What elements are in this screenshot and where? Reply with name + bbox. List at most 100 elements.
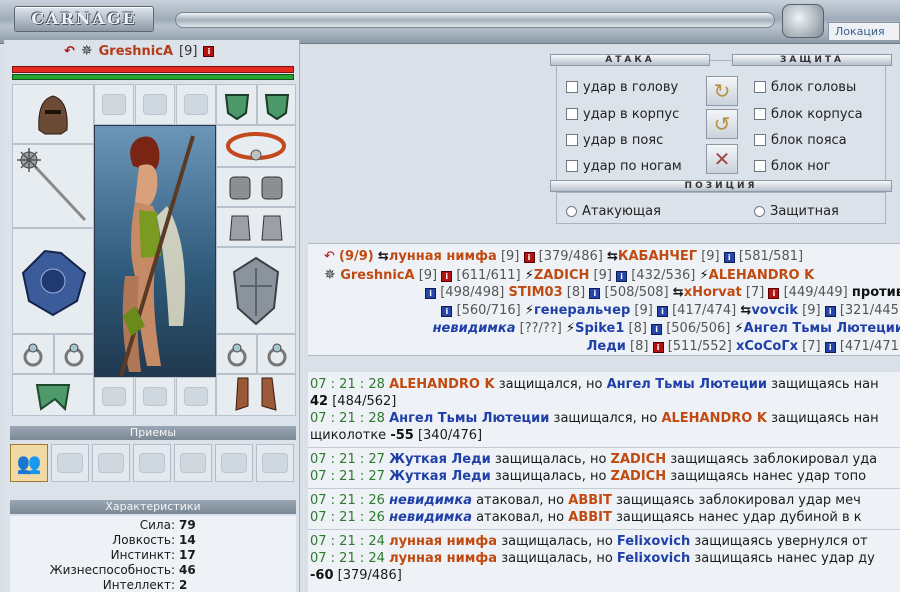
info-icon[interactable]: i (425, 288, 437, 299)
auto-attack-button[interactable]: ↺ (706, 109, 738, 139)
game-logo[interactable]: CARNAGE (14, 6, 154, 32)
info-icon[interactable]: i (441, 271, 453, 282)
info-icon[interactable]: i (723, 252, 735, 263)
ring-slot-3[interactable] (216, 334, 257, 374)
fighter-nick[interactable]: ZADICH (534, 268, 590, 283)
log-target[interactable]: Ангел Тьмы Лютеции (607, 377, 767, 392)
fighter-nick[interactable]: vovcik (751, 303, 798, 318)
fighter-nick[interactable]: генеральчер (534, 303, 630, 318)
info-icon[interactable]: i (768, 288, 780, 299)
log-target[interactable]: ZADICH (611, 469, 667, 484)
block-body-checkbox[interactable] (754, 108, 766, 120)
fighter-nick[interactable]: xCoCoГx (736, 339, 798, 354)
info-icon[interactable]: i (656, 306, 668, 317)
trick-slot[interactable] (51, 444, 89, 482)
pauldron-slot-left[interactable] (216, 84, 257, 125)
block-legs-option[interactable]: блок ног (754, 157, 831, 175)
pauldron-slot-right[interactable] (257, 84, 296, 125)
log-target[interactable]: Felixovich (617, 534, 690, 549)
helmet-slot[interactable] (12, 84, 94, 144)
shield-slot[interactable] (216, 247, 296, 334)
trick-slot[interactable] (256, 444, 294, 482)
empty-slot[interactable] (135, 377, 175, 416)
log-target[interactable]: ZADICH (611, 452, 667, 467)
boots-slot[interactable] (216, 374, 296, 416)
log-target[interactable]: ALEHANDRO K (661, 411, 767, 426)
attack-waist-option[interactable]: удар в пояс (566, 131, 663, 149)
armor-slot[interactable] (12, 228, 94, 334)
gloves-slot[interactable] (216, 207, 296, 247)
fighter-nick[interactable]: КАБАНЧЕГ (618, 249, 697, 264)
attack-body-option[interactable]: удар в корпус (566, 105, 679, 123)
trick-slot-active[interactable]: 👥 (10, 444, 48, 482)
empty-slot[interactable] (176, 84, 216, 125)
block-legs-checkbox[interactable] (754, 160, 766, 172)
trick-slot[interactable] (92, 444, 130, 482)
back-arrow-icon[interactable]: ↶ (64, 44, 75, 59)
fighter-nick[interactable]: Леди (587, 339, 626, 354)
block-head-checkbox[interactable] (754, 81, 766, 93)
player-nick[interactable]: GreshnicA (99, 44, 173, 59)
log-actor[interactable]: невидимка (389, 493, 472, 508)
info-icon[interactable]: i (651, 324, 663, 335)
info-icon[interactable]: i (652, 342, 664, 353)
ring-slot-4[interactable] (257, 334, 296, 374)
position-defensive-option[interactable]: Защитная (754, 202, 839, 220)
block-body-option[interactable]: блок корпуса (754, 105, 863, 123)
block-waist-checkbox[interactable] (754, 134, 766, 146)
attack-head-option[interactable]: удар в голову (566, 78, 678, 96)
attack-legs-checkbox[interactable] (566, 160, 578, 172)
trick-slot[interactable] (133, 444, 171, 482)
log-actor[interactable]: лунная нимфа (389, 534, 497, 549)
info-icon[interactable]: i (589, 288, 601, 299)
attack-button[interactable]: ✕ (706, 144, 738, 174)
attack-legs-option[interactable]: удар по ногам (566, 157, 682, 175)
ring-slot-2[interactable] (54, 334, 94, 374)
fighter-nick[interactable]: Ангел Тьмы Лютеции (744, 321, 900, 336)
log-target[interactable]: Felixovich (617, 551, 690, 566)
fighter-nick[interactable]: GreshnicA (340, 268, 414, 283)
log-target[interactable]: ABBIT (568, 493, 612, 508)
fighter-nick[interactable]: невидимка (433, 321, 516, 336)
info-icon[interactable]: i (203, 45, 215, 57)
trick-slot[interactable] (215, 444, 253, 482)
position-defensive-radio[interactable] (754, 205, 765, 217)
log-actor[interactable]: лунная нимфа (389, 551, 497, 566)
back-arrow-icon[interactable]: ↶ (324, 249, 339, 264)
log-actor[interactable]: Ангел Тьмы Лютеции (389, 411, 549, 426)
fighter-nick[interactable]: STIM03 (509, 285, 563, 300)
fighter-nick[interactable]: xHorvat (684, 285, 742, 300)
refresh-button[interactable]: ↻ (706, 76, 738, 106)
info-icon[interactable]: i (523, 252, 535, 263)
empty-slot[interactable] (94, 377, 134, 416)
info-icon[interactable]: i (824, 342, 836, 353)
log-target[interactable]: ABBIT (568, 510, 612, 525)
log-actor[interactable]: Жуткая Леди (389, 469, 491, 484)
block-waist-option[interactable]: блок пояса (754, 131, 847, 149)
position-attacking-radio[interactable] (566, 205, 577, 217)
tab-location[interactable]: Локация (828, 22, 900, 40)
pants-slot[interactable] (12, 374, 94, 416)
empty-slot[interactable] (94, 84, 134, 125)
weapon-slot[interactable] (12, 144, 94, 228)
fighter-nick[interactable]: лунная нимфа (389, 249, 497, 264)
fighter-nick[interactable]: ALEHANDRO K (709, 268, 815, 283)
amulet-slot[interactable] (216, 125, 296, 167)
attack-body-checkbox[interactable] (566, 108, 578, 120)
log-actor[interactable]: Жуткая Леди (389, 452, 491, 467)
attack-head-checkbox[interactable] (566, 81, 578, 93)
empty-slot[interactable] (135, 84, 175, 125)
character-avatar[interactable] (94, 125, 216, 377)
trick-slot[interactable] (174, 444, 212, 482)
info-icon[interactable]: i (441, 306, 453, 317)
position-attacking-option[interactable]: Атакующая (566, 202, 661, 220)
log-actor[interactable]: ALEHANDRO K (389, 377, 495, 392)
block-head-option[interactable]: блок головы (754, 78, 856, 96)
info-icon[interactable]: i (616, 271, 628, 282)
info-icon[interactable]: i (824, 306, 836, 317)
bracers-slot[interactable] (216, 167, 296, 207)
fighter-nick[interactable]: Spike1 (575, 321, 624, 336)
log-actor[interactable]: невидимка (389, 510, 472, 525)
empty-slot[interactable] (176, 377, 216, 416)
attack-waist-checkbox[interactable] (566, 134, 578, 146)
